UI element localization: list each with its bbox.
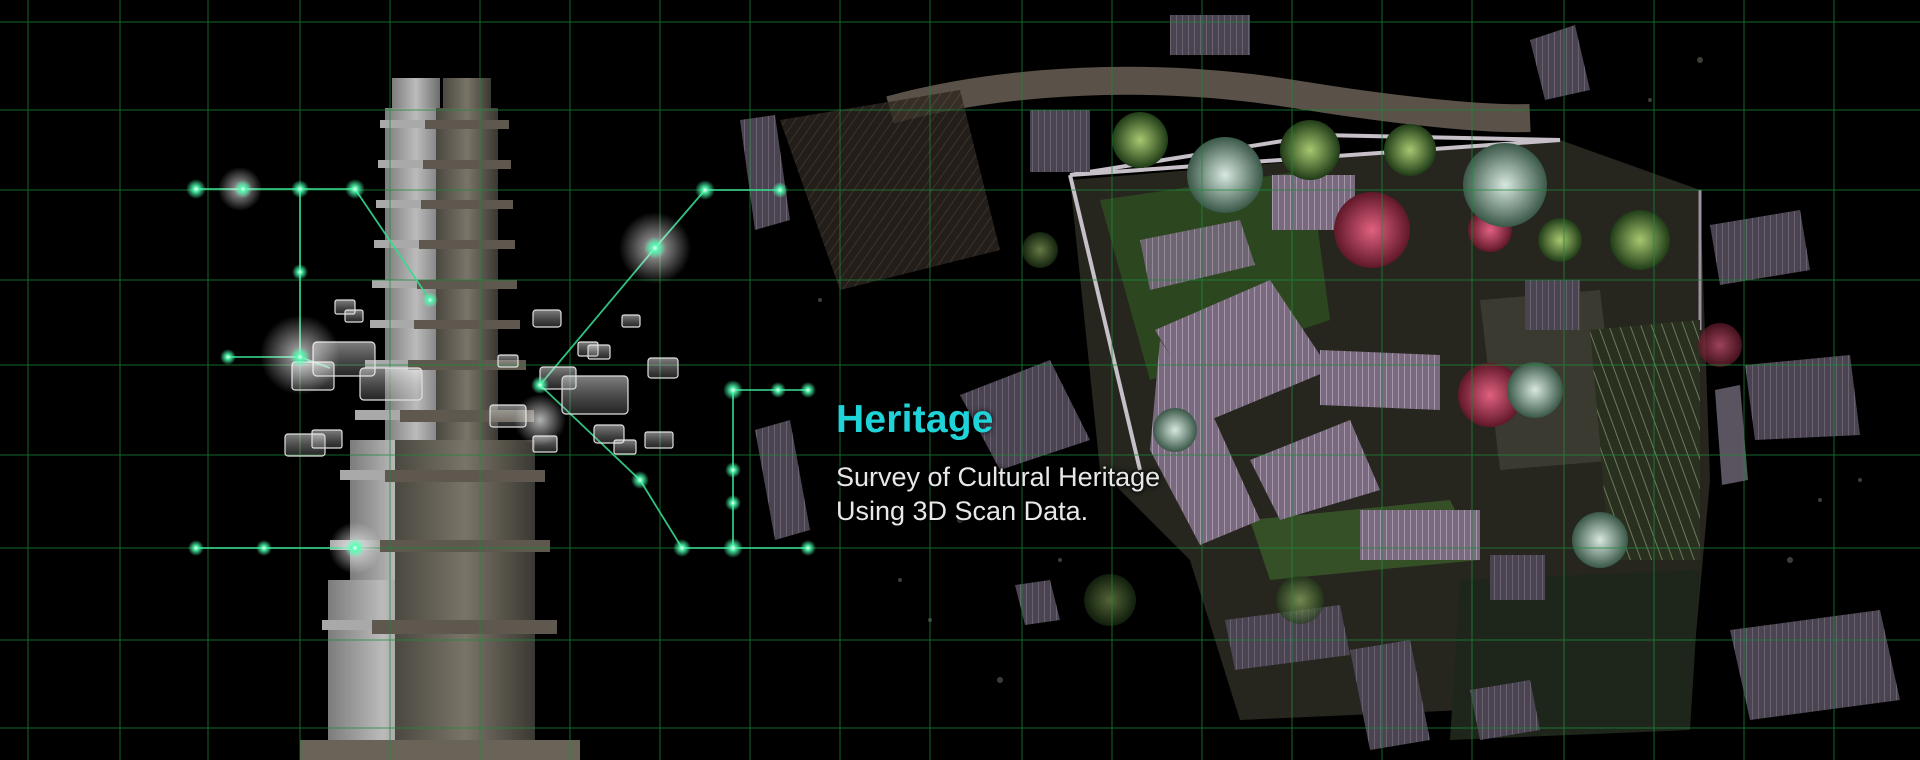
hero-text-block: Heritage Survey of Cultural Heritage Usi… — [836, 398, 1160, 528]
hero-description-line-2: Using 3D Scan Data. — [836, 496, 1089, 526]
network-overlay — [186, 167, 816, 574]
hero-description-line-1: Survey of Cultural Heritage — [836, 462, 1161, 492]
hero-title: Heritage — [836, 398, 994, 441]
hero-description: Survey of Cultural Heritage Using 3D Sca… — [836, 460, 1160, 528]
